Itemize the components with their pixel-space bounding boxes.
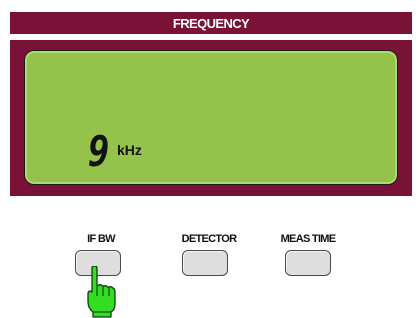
panel-title: FREQUENCY: [172, 15, 250, 31]
softkey-label-detector: DETECTOR: [181, 233, 237, 245]
pointing-hand-icon: [87, 266, 116, 318]
softkey-label-if-bw: IF BW: [87, 233, 115, 245]
meas-time-button[interactable]: [285, 250, 331, 276]
display-unit: kHz: [117, 142, 142, 158]
display-value: 9: [88, 127, 110, 176]
lcd-display: [24, 50, 398, 185]
softkey-label-meas-time: MEAS TIME: [280, 233, 337, 245]
panel-header: FREQUENCY: [10, 12, 412, 34]
detector-button[interactable]: [182, 250, 228, 276]
